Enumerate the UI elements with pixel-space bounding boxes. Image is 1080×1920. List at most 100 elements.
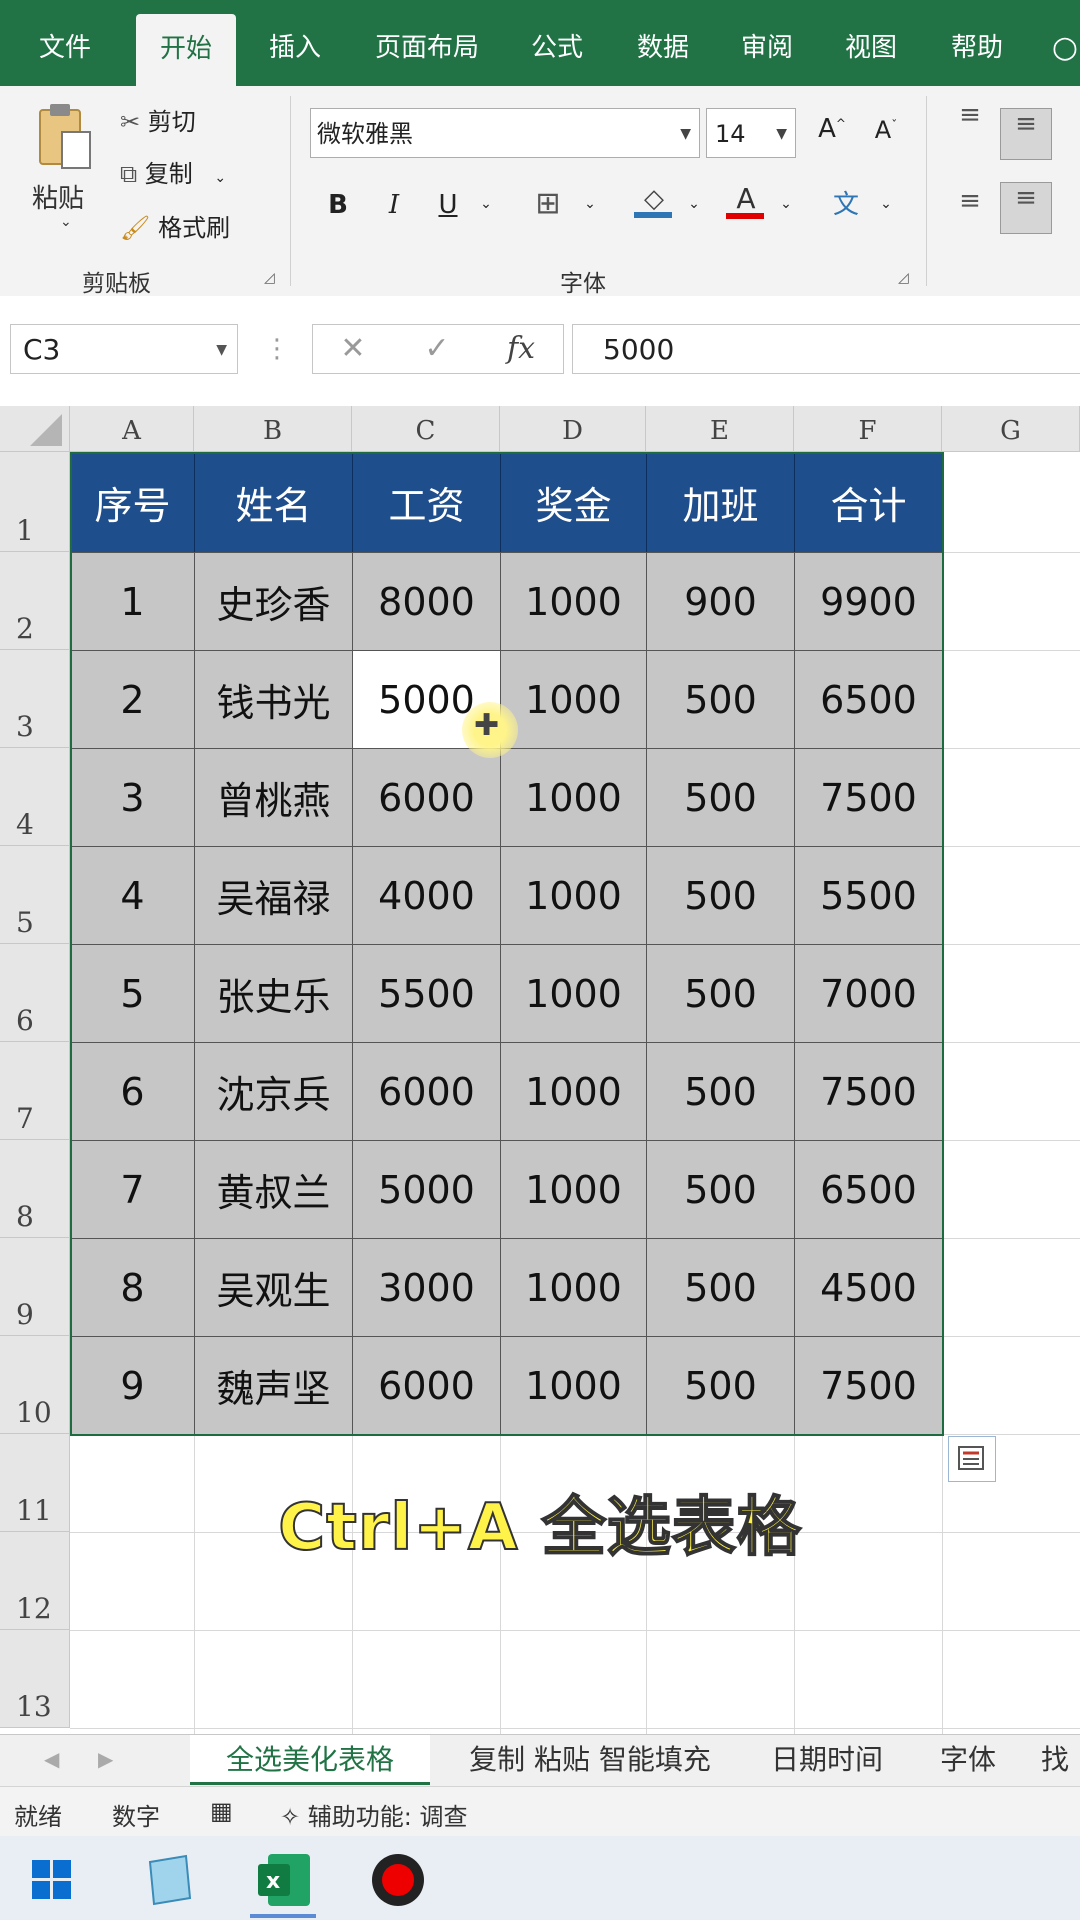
macro-record-icon[interactable]: ▦ [210, 1797, 233, 1825]
font-size-combo[interactable]: 14 ▼ [706, 108, 796, 158]
cell-index[interactable]: 3 [70, 748, 195, 847]
select-all-corner[interactable] [0, 406, 70, 452]
cell-overtime[interactable]: 500 [646, 944, 795, 1043]
cell-name[interactable]: 吴观生 [194, 1238, 353, 1337]
cell-name[interactable]: 张史乐 [194, 944, 353, 1043]
task-view-icon[interactable] [142, 1852, 198, 1908]
underline-dropdown-icon[interactable]: ⌄ [476, 196, 496, 212]
font-color-icon[interactable]: A [726, 182, 766, 219]
cell-total[interactable]: 9900 [794, 552, 943, 651]
clipboard-launcher-icon[interactable]: ◿ [264, 270, 275, 286]
cell-index[interactable]: 7 [70, 1140, 195, 1239]
cut-button[interactable]: ✂ 剪切 [120, 102, 196, 137]
paste-icon[interactable] [36, 102, 94, 172]
header-cell-bonus[interactable]: 奖金 [500, 452, 647, 553]
excel-app-icon[interactable]: x [254, 1850, 314, 1910]
sheet-tab-copy-paste[interactable]: 复制 粘贴 智能填充 [440, 1735, 740, 1785]
row-header-6[interactable]: 6 [0, 944, 70, 1042]
column-header-c[interactable]: C [352, 406, 500, 452]
cell-name[interactable]: 黄叔兰 [194, 1140, 353, 1239]
header-cell-index[interactable]: 序号 [70, 452, 195, 553]
tab-data[interactable]: 数据 [618, 0, 708, 86]
cell-total[interactable]: 7500 [794, 1042, 943, 1141]
bold-button[interactable]: B [320, 190, 356, 220]
cell-name[interactable]: 曾桃燕 [194, 748, 353, 847]
cell-index[interactable]: 2 [70, 650, 195, 749]
tab-review[interactable]: 审阅 [722, 0, 812, 86]
prev-sheet-icon[interactable]: ◀ [44, 1747, 59, 1771]
cell-total[interactable]: 5500 [794, 846, 943, 945]
row-header-13[interactable]: 13 [0, 1630, 70, 1728]
tab-formulas[interactable]: 公式 [512, 0, 602, 86]
phonetic-icon[interactable]: 文 [826, 184, 866, 221]
cell-total[interactable]: 4500 [794, 1238, 943, 1337]
align-center-icon[interactable]: ≡ [1000, 182, 1052, 234]
tab-file[interactable]: 文件 [10, 0, 120, 86]
cell-index[interactable]: 8 [70, 1238, 195, 1337]
column-header-g[interactable]: G [942, 406, 1080, 452]
fill-dropdown-icon[interactable]: ⌄ [684, 196, 704, 212]
row-header-10[interactable]: 10 [0, 1336, 70, 1434]
increase-font-icon[interactable]: A^ [812, 114, 852, 144]
column-header-a[interactable]: A [70, 406, 194, 452]
border-icon[interactable]: ⊞ [528, 186, 568, 221]
cancel-icon[interactable]: ✕ [330, 324, 376, 374]
cell-salary[interactable]: 5000 [352, 1140, 501, 1239]
paste-dropdown-icon[interactable]: ⌄ [60, 214, 72, 230]
cell-bonus[interactable]: 1000 [500, 1042, 647, 1141]
row-header-8[interactable]: 8 [0, 1140, 70, 1238]
sheet-tab-datetime[interactable]: 日期时间 [752, 1735, 902, 1785]
font-name-combo[interactable]: 微软雅黑 ▼ [310, 108, 700, 158]
accessibility-button[interactable]: ✧ 辅助功能: 调查 [280, 1797, 467, 1832]
header-cell-salary[interactable]: 工资 [352, 452, 501, 553]
font-color-dropdown-icon[interactable]: ⌄ [776, 196, 796, 212]
next-sheet-icon[interactable]: ▶ [98, 1747, 113, 1771]
name-box[interactable]: C3 ▼ [10, 324, 238, 374]
format-painter-button[interactable]: 🖌 格式刷 [120, 208, 230, 243]
cell-bonus[interactable]: 1000 [500, 748, 647, 847]
align-left-icon[interactable]: ≡ [950, 186, 990, 216]
column-header-d[interactable]: D [500, 406, 646, 452]
copy-button[interactable]: ⧉ 复制 ⌄ [120, 154, 226, 189]
cell-name[interactable]: 钱书光 [194, 650, 353, 749]
formula-input[interactable]: 5000 [572, 324, 1080, 374]
cell-bonus[interactable]: 1000 [500, 944, 647, 1043]
border-dropdown-icon[interactable]: ⌄ [580, 196, 600, 212]
chevron-down-icon[interactable]: ▼ [776, 109, 787, 159]
cell-total[interactable]: 7000 [794, 944, 943, 1043]
decrease-font-icon[interactable]: Aˇ [866, 116, 906, 144]
font-launcher-icon[interactable]: ◿ [898, 270, 909, 286]
cell-bonus[interactable]: 1000 [500, 552, 647, 651]
cell-index[interactable]: 1 [70, 552, 195, 651]
cell-overtime[interactable]: 500 [646, 1140, 795, 1239]
cell-salary[interactable]: 5500 [352, 944, 501, 1043]
cell-overtime[interactable]: 500 [646, 1336, 795, 1435]
enter-icon[interactable]: ✓ [414, 324, 460, 374]
worksheet-grid[interactable]: ABCDEFG 1 2 3 4 5 6 7 8 9 10 11 12 13 序号 姓名 工资 奖金 加班 合计 1 史… [0, 406, 1080, 1734]
column-header-e[interactable]: E [646, 406, 794, 452]
cell-overtime[interactable]: 500 [646, 748, 795, 847]
cell-total[interactable]: 7500 [794, 748, 943, 847]
underline-button[interactable]: U [430, 190, 466, 220]
tab-view[interactable]: 视图 [826, 0, 916, 86]
header-cell-total[interactable]: 合计 [794, 452, 943, 553]
column-header-b[interactable]: B [194, 406, 352, 452]
paste-label[interactable]: 粘贴 [32, 178, 84, 215]
cell-salary[interactable]: 4000 [352, 846, 501, 945]
row-header-1[interactable]: 1 [0, 452, 70, 552]
phonetic-dropdown-icon[interactable]: ⌄ [876, 196, 896, 212]
cell-index[interactable]: 9 [70, 1336, 195, 1435]
cell-overtime[interactable]: 900 [646, 552, 795, 651]
tab-help[interactable]: 帮助 [932, 0, 1022, 86]
sheet-tab-select-all[interactable]: 全选美化表格 [190, 1735, 430, 1785]
cell-overtime[interactable]: 500 [646, 846, 795, 945]
chevron-down-icon[interactable]: ▼ [680, 109, 691, 159]
italic-button[interactable]: I [376, 190, 412, 220]
cell-index[interactable]: 5 [70, 944, 195, 1043]
cell-bonus[interactable]: 1000 [500, 1336, 647, 1435]
header-cell-name[interactable]: 姓名 [194, 452, 353, 553]
row-header-3[interactable]: 3 [0, 650, 70, 748]
cell-bonus[interactable]: 1000 [500, 1238, 647, 1337]
record-icon[interactable] [370, 1852, 426, 1908]
cell-bonus[interactable]: 1000 [500, 1140, 647, 1239]
